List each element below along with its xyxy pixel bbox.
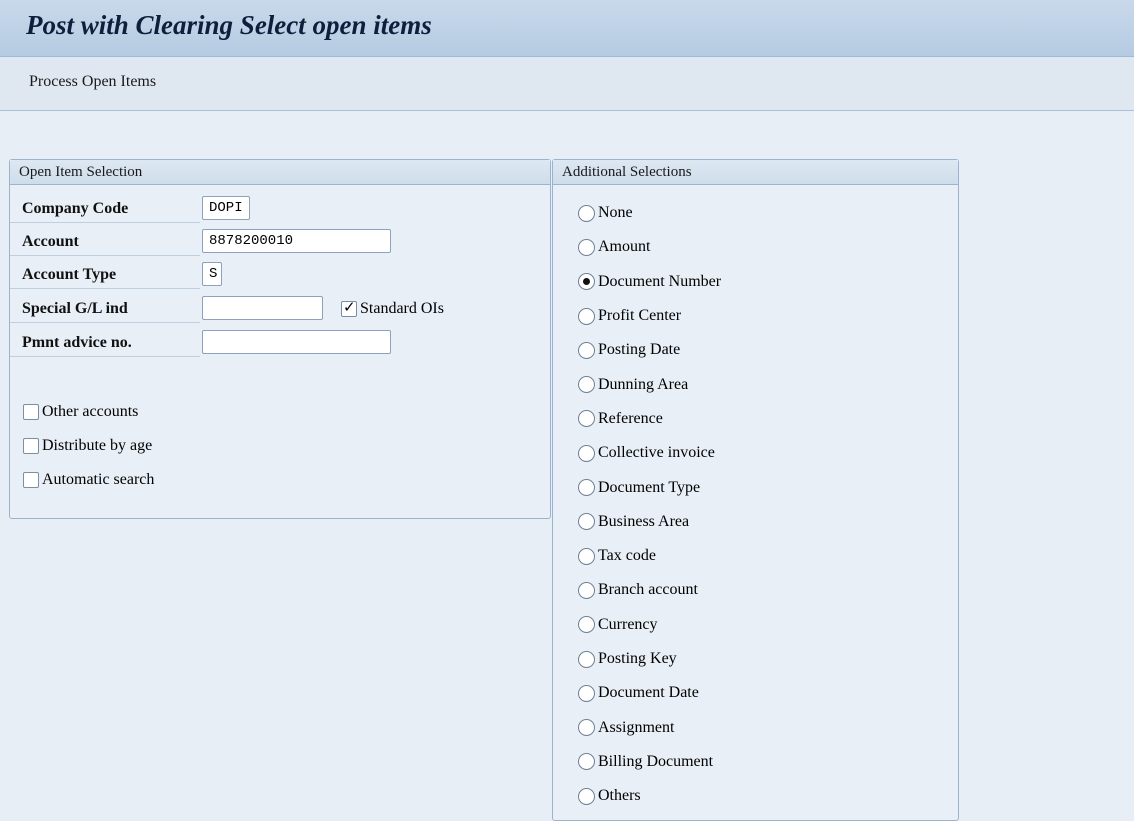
standard-ois-checkbox[interactable]: Standard OIs [341, 298, 444, 318]
radio-label-currency: Currency [598, 615, 658, 633]
radio-button-profit-center[interactable] [578, 307, 595, 325]
radio-option-reference[interactable]: Reference [578, 402, 721, 436]
process-open-items-button[interactable]: Process Open Items [29, 73, 156, 91]
special-gl-ind-row: Special G/L ind Standard OIs [10, 294, 546, 324]
radio-option-dunning-area[interactable]: Dunning Area [578, 367, 721, 401]
radio-button-posting-date[interactable] [578, 341, 595, 359]
other-accounts-label: Other accounts [42, 403, 139, 420]
standard-ois-checkbox-box[interactable] [341, 298, 357, 317]
radio-label-none: None [598, 204, 633, 222]
radio-button-billing-document[interactable] [578, 753, 595, 771]
radio-button-tax-code[interactable] [578, 547, 595, 565]
radio-option-profit-center[interactable]: Profit Center [578, 299, 721, 333]
additional-selections-group: Additional Selections None Amount Document… [552, 159, 959, 821]
radio-button-amount[interactable] [578, 238, 595, 256]
radio-option-none[interactable]: None [578, 196, 721, 230]
radio-option-others[interactable]: Others [578, 779, 721, 813]
radio-option-currency[interactable]: Currency [578, 608, 721, 642]
radio-button-branch-account[interactable] [578, 581, 595, 599]
company-code-row: Company Code DOPI [10, 194, 546, 224]
special-gl-ind-label: Special G/L ind [10, 294, 200, 323]
additional-selections-radio-list: None Amount Document Number Profit Center Po… [578, 196, 721, 813]
radio-option-amount[interactable]: Amount [578, 230, 721, 264]
other-accounts-checkbox[interactable]: Other accounts [23, 403, 138, 421]
standard-ois-label: Standard OIs [360, 300, 444, 317]
radio-label-amount: Amount [598, 238, 651, 256]
automatic-search-label: Automatic search [42, 471, 155, 488]
window-title: Post with Clearing Select open items [26, 10, 432, 40]
pmnt-advice-no-row: Pmnt advice no. [10, 328, 546, 358]
radio-option-assignment[interactable]: Assignment [578, 710, 721, 744]
radio-button-document-type[interactable] [578, 479, 595, 497]
radio-option-billing-document[interactable]: Billing Document [578, 745, 721, 779]
radio-label-others: Others [598, 787, 641, 805]
radio-label-billing-document: Billing Document [598, 752, 714, 770]
radio-label-document-date: Document Date [598, 684, 699, 702]
radio-label-reference: Reference [598, 409, 663, 427]
radio-label-profit-center: Profit Center [598, 307, 682, 325]
pmnt-advice-no-label: Pmnt advice no. [10, 328, 200, 357]
other-accounts-checkbox-box[interactable] [23, 404, 39, 420]
automatic-search-checkbox[interactable]: Automatic search [23, 471, 154, 489]
account-row: Account 8878200010 [10, 227, 546, 257]
open-item-selection-group: Open Item Selection Company Code DOPI Ac… [9, 159, 551, 519]
radio-button-assignment[interactable] [578, 719, 595, 737]
radio-option-tax-code[interactable]: Tax code [578, 539, 721, 573]
account-type-label: Account Type [10, 260, 200, 289]
account-type-field[interactable]: S [202, 262, 222, 286]
radio-option-document-type[interactable]: Document Type [578, 470, 721, 504]
special-gl-ind-field[interactable] [202, 296, 323, 320]
company-code-field[interactable]: DOPI [202, 196, 250, 220]
radio-button-others[interactable] [578, 787, 595, 805]
radio-label-tax-code: Tax code [598, 547, 656, 565]
radio-label-document-number: Document Number [598, 272, 722, 290]
open-item-selection-header: Open Item Selection [10, 160, 550, 185]
radio-label-assignment: Assignment [598, 718, 675, 736]
radio-button-document-date[interactable] [578, 684, 595, 702]
title-bar: Post with Clearing Select open items [0, 0, 1134, 57]
radio-button-reference[interactable] [578, 410, 595, 428]
distribute-by-age-checkbox-box[interactable] [23, 438, 39, 454]
radio-button-none[interactable] [578, 204, 595, 222]
radio-label-dunning-area: Dunning Area [598, 375, 689, 393]
radio-button-dunning-area[interactable] [578, 376, 595, 394]
account-field[interactable]: 8878200010 [202, 229, 391, 253]
distribute-by-age-label: Distribute by age [42, 437, 153, 454]
radio-label-posting-date: Posting Date [598, 341, 681, 359]
radio-button-posting-key[interactable] [578, 650, 595, 668]
radio-option-document-date[interactable]: Document Date [578, 676, 721, 710]
radio-label-posting-key: Posting Key [598, 650, 677, 667]
radio-label-collective-invoice: Collective invoice [598, 444, 715, 462]
pmnt-advice-no-field[interactable] [202, 330, 391, 354]
radio-option-business-area[interactable]: Business Area [578, 505, 721, 539]
automatic-search-checkbox-box[interactable] [23, 472, 39, 488]
radio-button-business-area[interactable] [578, 513, 595, 531]
radio-label-business-area: Business Area [598, 512, 690, 530]
application-toolbar: Process Open Items [0, 57, 1134, 111]
account-label: Account [10, 227, 200, 256]
additional-selections-header: Additional Selections [553, 160, 958, 185]
radio-option-branch-account[interactable]: Branch account [578, 573, 721, 607]
company-code-label: Company Code [10, 194, 200, 223]
radio-button-document-number[interactable] [578, 273, 595, 291]
radio-option-posting-key[interactable]: Posting Key [578, 642, 721, 676]
radio-label-document-type: Document Type [598, 478, 701, 496]
radio-button-currency[interactable] [578, 616, 595, 634]
radio-label-branch-account: Branch account [598, 581, 698, 599]
account-type-row: Account Type S [10, 260, 546, 290]
distribute-by-age-checkbox[interactable]: Distribute by age [23, 437, 152, 455]
radio-option-posting-date[interactable]: Posting Date [578, 333, 721, 367]
radio-option-collective-invoice[interactable]: Collective invoice [578, 436, 721, 470]
radio-button-collective-invoice[interactable] [578, 444, 595, 462]
radio-option-document-number[interactable]: Document Number [578, 265, 721, 299]
